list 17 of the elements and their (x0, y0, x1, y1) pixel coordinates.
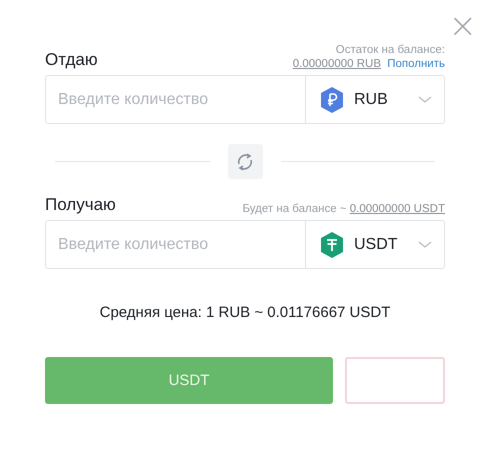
amount-field[interactable]: Введите количество RUB (45, 75, 445, 124)
currency-select[interactable]: USDT (305, 221, 444, 268)
average-price: Средняя цена: 1 RUB ~ 0.01176667 USDT (98, 303, 392, 323)
balance-caption: Будет на балансе ~ (242, 203, 347, 215)
tether-coin-icon (318, 230, 346, 258)
swap-button[interactable] (228, 144, 262, 179)
section-label: Отдаю (45, 50, 98, 70)
currency-select[interactable]: RUB (305, 76, 444, 123)
amount-field[interactable]: Введите количество USDT (45, 220, 445, 269)
balance-value: 0.00000000 RUB (292, 58, 382, 70)
balance-caption: Остаток на балансе: (334, 44, 445, 56)
balance-value: 0.00000000 USDT (350, 203, 445, 215)
ruble-coin-icon (318, 86, 346, 114)
chevron-down-icon (418, 240, 432, 248)
chevron-down-icon (418, 96, 432, 104)
section-label: Получаю (45, 195, 116, 215)
top-up-link[interactable]: Пополнить (387, 58, 445, 70)
